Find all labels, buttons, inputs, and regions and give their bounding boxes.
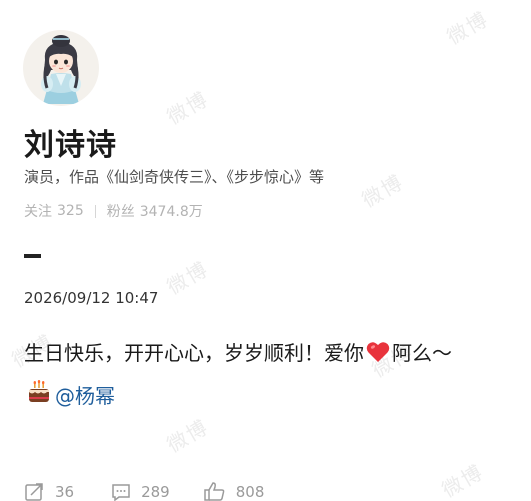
post-text-after-heart: 阿么～ [392,341,452,365]
profile-name[interactable]: 刘诗诗 [24,120,117,164]
watermark: 微博 [162,414,213,458]
mention-link[interactable]: @杨幂 [55,380,115,409]
following-count[interactable]: 325 [57,203,84,219]
red-heart-icon [366,341,390,363]
post-mention-line: @杨幂 [27,380,115,409]
comment-icon [112,483,130,501]
post-content: 生日快乐，开开心心，岁岁顺利！爱你 阿么～ [24,337,452,366]
fans-label[interactable]: 粉丝 [107,201,135,221]
post-text-before-heart: 生日快乐，开开心心，岁岁顺利！爱你 [24,341,364,365]
section-divider-dash [24,254,41,258]
watermark: 微博 [442,6,493,50]
fans-count[interactable]: 3474.8万 [140,201,203,221]
post-timestamp: 2026/09/12 10:47 [24,289,159,307]
birthday-cake-icon [27,380,51,409]
avatar[interactable] [23,30,99,106]
share-icon [25,482,43,501]
comment-button[interactable]: 289 [111,483,170,501]
watermark: 微博 [437,459,488,501]
comment-count: 289 [141,482,170,501]
like-button[interactable]: 808 [203,482,265,501]
share-button[interactable]: 36 [25,483,74,501]
like-count: 808 [235,482,265,501]
profile-stats: 关注 325 粉丝 3474.8万 [24,201,203,221]
chibi-costume-avatar-icon [41,35,81,104]
thumbs-up-icon [203,482,225,501]
profile-bio: 演员，作品《仙剑奇侠传三》、《步步惊心》等 [24,168,325,186]
share-count: 36 [55,482,75,501]
watermark: 微博 [162,86,213,130]
post-actions: 36 289 808 [25,482,264,501]
following-label[interactable]: 关注 [24,201,52,221]
watermark: 微博 [357,169,408,213]
stats-divider [94,204,96,218]
watermark: 微博 [162,256,213,300]
